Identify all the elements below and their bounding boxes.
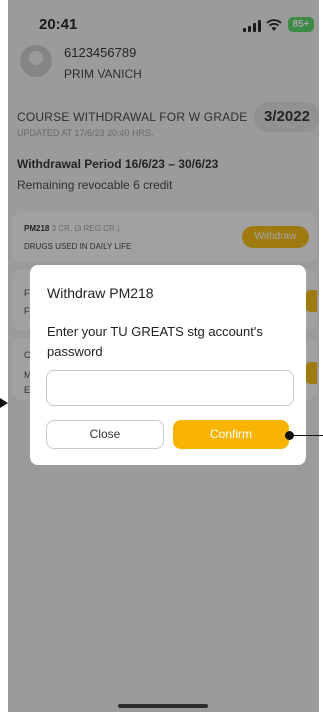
dialog-title: Withdraw PM218 [47, 285, 154, 301]
close-button[interactable]: Close [46, 420, 164, 449]
dialog-prompt: Enter your TU GREATS stg account's passw… [47, 324, 263, 359]
pointer-dot-icon [285, 431, 294, 440]
password-input[interactable] [46, 370, 294, 406]
pointer-arrow-icon [0, 398, 8, 408]
confirm-button[interactable]: Confirm [173, 420, 289, 449]
pointer-line [292, 435, 323, 436]
withdraw-dialog: Withdraw PM218 Enter your TU GREATS stg … [30, 265, 306, 465]
